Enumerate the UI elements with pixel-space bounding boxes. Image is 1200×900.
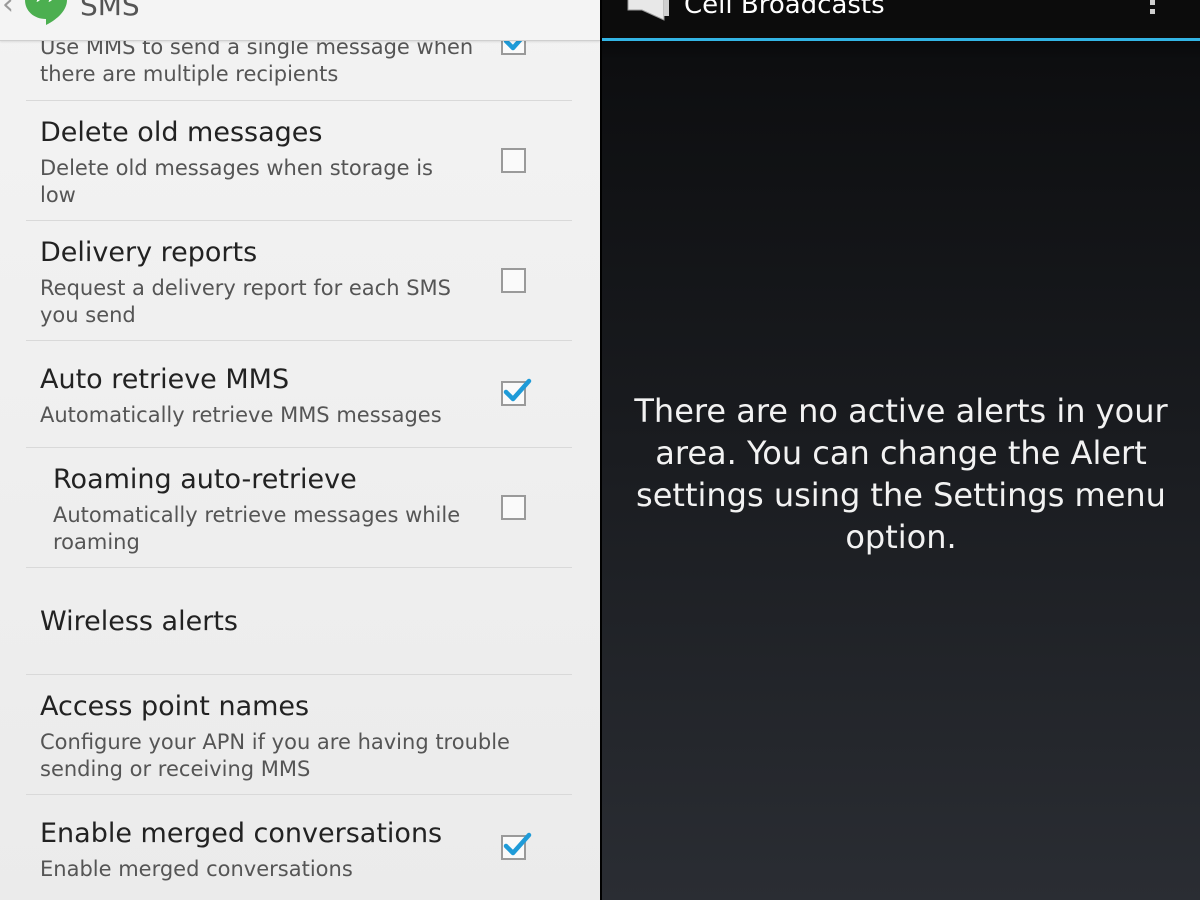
megaphone-icon[interactable] (624, 0, 674, 22)
setting-summary: Request a delivery report for each SMS y… (40, 276, 451, 327)
delivery-reports-checkbox[interactable] (501, 268, 526, 293)
setting-roaming-auto-retrieve[interactable]: Roaming auto-retrieve Automatically retr… (0, 448, 600, 567)
setting-title: Access point names (40, 691, 310, 722)
setting-auto-retrieve-mms[interactable]: Auto retrieve MMS Automatically retrieve… (0, 341, 600, 447)
setting-summary: Delete old messages when storage is low (40, 156, 433, 207)
check-icon (503, 378, 532, 402)
setting-enable-merged-conversations[interactable]: Enable merged conversations Enable merge… (0, 795, 600, 900)
cell-broadcasts-action-bar: Cell Broadcasts (602, 0, 1200, 38)
setting-access-point-names[interactable]: Access point names Configure your APN if… (0, 675, 600, 794)
delete-old-messages-checkbox[interactable] (501, 148, 526, 173)
setting-title: Delete old messages (40, 117, 323, 148)
page-title: Cell Broadcasts (684, 0, 885, 20)
setting-summary: Automatically retrieve messages while ro… (53, 503, 461, 554)
setting-summary: Use MMS to send a single message when th… (40, 35, 474, 86)
setting-summary: Configure your APN if you are having tro… (40, 730, 510, 781)
page-title: SMS (80, 0, 140, 22)
roaming-auto-retrieve-checkbox[interactable] (501, 495, 526, 520)
hangouts-icon[interactable] (22, 0, 70, 26)
overflow-menu-icon[interactable] (1146, 0, 1160, 20)
setting-delete-old-messages[interactable]: Delete old messages Delete old messages … (0, 101, 600, 220)
setting-summary: Enable merged conversations (40, 857, 353, 881)
setting-title: Roaming auto-retrieve (53, 464, 357, 495)
setting-wireless-alerts[interactable]: Wireless alerts (0, 568, 600, 674)
auto-retrieve-mms-checkbox[interactable] (501, 378, 532, 406)
sms-action-bar: ‹ SMS (0, 0, 600, 41)
setting-title: Wireless alerts (40, 606, 238, 637)
setting-title: Delivery reports (40, 237, 258, 268)
merged-conversations-checkbox[interactable] (501, 832, 532, 860)
action-bar-accent-line (602, 38, 1200, 41)
setting-title: Auto retrieve MMS (40, 364, 290, 395)
setting-summary: Automatically retrieve MMS messages (40, 403, 442, 427)
sms-settings-panel: Use MMS to send a single message when th… (0, 0, 600, 900)
check-icon (503, 832, 532, 856)
back-caret-icon[interactable]: ‹ (2, 0, 14, 20)
empty-state-message: There are no active alerts in your area.… (634, 392, 1168, 556)
cell-broadcasts-panel: Cell Broadcasts There are no active aler… (602, 0, 1200, 900)
setting-title: Enable merged conversations (40, 818, 443, 849)
setting-delivery-reports[interactable]: Delivery reports Request a delivery repo… (0, 221, 600, 340)
